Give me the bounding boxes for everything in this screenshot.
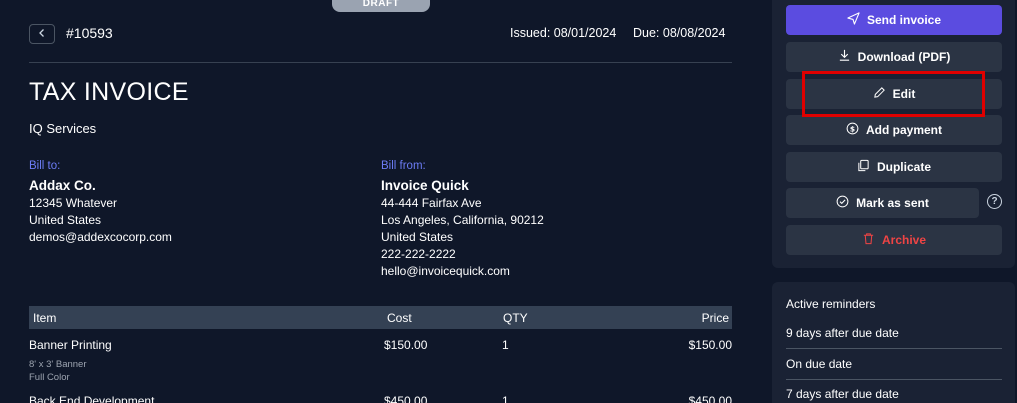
- row-qty: 1: [502, 338, 509, 352]
- send-icon: [847, 12, 860, 28]
- header-divider: [29, 62, 732, 63]
- edit-icon: [873, 86, 886, 102]
- actions-panel: Send invoice Download (PDF) Edit $ Add p…: [772, 0, 1015, 268]
- table-header: Item Cost QTY Price: [29, 306, 732, 329]
- row-price: $150.00: [688, 338, 732, 352]
- duplicate-label: Duplicate: [876, 160, 931, 174]
- bill-to-label: Bill to:: [29, 160, 61, 172]
- send-invoice-button[interactable]: Send invoice: [786, 5, 1002, 35]
- reminder-item: 7 days after due date: [786, 387, 899, 401]
- back-button[interactable]: [29, 24, 55, 44]
- check-circle-icon: [836, 195, 849, 211]
- bill-from-section: Bill from: Invoice Quick 44-444 Fairfax …: [381, 160, 544, 278]
- reminder-item: On due date: [786, 357, 853, 371]
- column-header-cost: Cost: [387, 311, 412, 325]
- dollar-circle-icon: $: [846, 122, 859, 138]
- bill-from-line: United States: [381, 230, 454, 244]
- bill-to-section: Bill to: Addax Co. 12345 Whatever United…: [29, 160, 172, 244]
- row-description: 8' x 3' Banner: [29, 359, 87, 370]
- bill-from-label: Bill from:: [381, 160, 426, 172]
- reminder-item: 9 days after due date: [786, 326, 899, 340]
- bill-to-name: Addax Co.: [29, 178, 96, 193]
- invoice-panel: DRAFT #10593 Issued: 08/01/2024 Due: 08/…: [0, 0, 760, 403]
- company-name: IQ Services: [29, 121, 97, 136]
- mark-as-sent-label: Mark as sent: [856, 196, 929, 210]
- row-cost: $450.00: [384, 394, 428, 403]
- duplicate-button[interactable]: Duplicate: [786, 152, 1002, 182]
- row-cost: $150.00: [384, 338, 428, 352]
- reminders-title: Active reminders: [786, 297, 876, 311]
- bill-from-name: Invoice Quick: [381, 178, 469, 193]
- archive-button[interactable]: Archive: [786, 225, 1002, 255]
- bill-from-line: 222-222-2222: [381, 247, 456, 261]
- send-invoice-label: Send invoice: [866, 13, 942, 27]
- bill-from-line: Los Angeles, California, 90212: [381, 213, 544, 227]
- column-header-item: Item: [33, 311, 57, 325]
- download-pdf-button[interactable]: Download (PDF): [786, 42, 1002, 72]
- add-payment-label: Add payment: [865, 123, 942, 137]
- bill-to-line: demos@addexcocorp.com: [29, 230, 172, 244]
- mark-as-sent-button[interactable]: Mark as sent: [786, 188, 979, 218]
- column-header-qty: QTY: [503, 311, 528, 325]
- bill-to-line: United States: [29, 213, 102, 227]
- duplicate-icon: [857, 159, 870, 175]
- document-title: TAX INVOICE: [29, 78, 189, 106]
- status-badge: DRAFT: [332, 0, 430, 12]
- download-icon: [838, 49, 851, 65]
- add-payment-button[interactable]: $ Add payment: [786, 115, 1002, 145]
- edit-button[interactable]: Edit: [786, 79, 1002, 109]
- help-icon[interactable]: ?: [987, 194, 1002, 209]
- reminder-divider: [786, 379, 1002, 380]
- download-pdf-label: Download (PDF): [857, 50, 951, 64]
- edit-label: Edit: [892, 87, 916, 101]
- chevron-left-icon: [37, 27, 47, 41]
- due-date: Due: 08/08/2024: [633, 26, 726, 40]
- trash-icon: [862, 232, 875, 248]
- column-header-price: Price: [701, 311, 729, 325]
- reminders-panel: Active reminders 9 days after due date O…: [772, 282, 1015, 403]
- invoice-number: #10593: [66, 25, 113, 41]
- row-item: Banner Printing: [29, 338, 112, 352]
- row-item: Back End Development: [29, 394, 155, 403]
- archive-label: Archive: [881, 233, 927, 247]
- row-qty: 1: [502, 394, 509, 403]
- issued-date: Issued: 08/01/2024: [510, 26, 617, 40]
- reminder-divider: [786, 348, 1002, 349]
- svg-text:$: $: [850, 124, 855, 133]
- bill-from-line: hello@invoicequick.com: [381, 264, 510, 278]
- row-price: $450.00: [688, 394, 732, 403]
- bill-to-line: 12345 Whatever: [29, 196, 118, 210]
- bill-from-line: 44-444 Fairfax Ave: [381, 196, 482, 210]
- row-description: Full Color: [29, 372, 70, 383]
